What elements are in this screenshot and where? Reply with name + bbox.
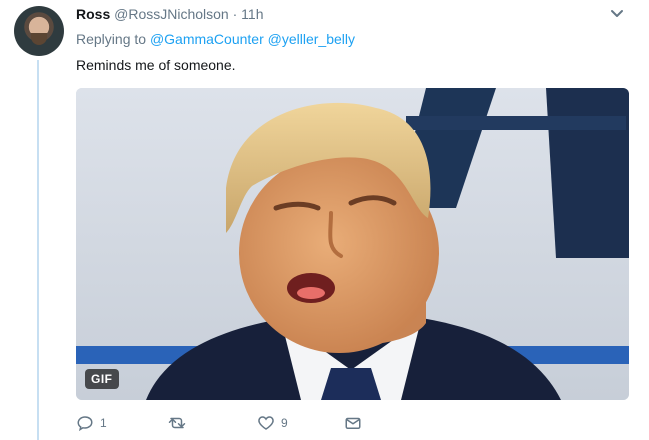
like-action[interactable]: 9 bbox=[257, 414, 288, 432]
reply-action[interactable]: 1 bbox=[76, 414, 107, 432]
thread-line bbox=[37, 60, 39, 440]
message-icon bbox=[345, 417, 361, 429]
chevron-down-icon[interactable] bbox=[609, 5, 625, 21]
like-count: 9 bbox=[281, 416, 288, 430]
avatar-beard bbox=[31, 33, 47, 45]
display-name[interactable]: Ross bbox=[76, 6, 110, 22]
mention-link[interactable]: @yelller_belly bbox=[268, 31, 355, 47]
retweet-icon bbox=[168, 417, 186, 429]
replying-to: Replying to @GammaCounter @yelller_belly bbox=[76, 31, 355, 47]
separator-dot: · bbox=[232, 6, 238, 22]
like-icon bbox=[258, 416, 274, 430]
avatar[interactable] bbox=[14, 6, 64, 56]
replying-prefix: Replying to bbox=[76, 31, 147, 47]
tweet-header: Ross @RossJNicholson · 11h bbox=[76, 5, 264, 23]
mention-link[interactable]: @GammaCounter bbox=[150, 31, 264, 47]
gif-frame-image bbox=[76, 88, 629, 400]
reply-icon bbox=[77, 416, 93, 432]
timestamp[interactable]: 11h bbox=[241, 6, 263, 22]
tweet-text: Reminds me of someone. bbox=[76, 57, 236, 73]
tweet-actions: 1 9 bbox=[76, 414, 636, 436]
gif-badge: GIF bbox=[85, 369, 119, 389]
gif-media[interactable] bbox=[76, 88, 629, 400]
reply-count: 1 bbox=[100, 416, 107, 430]
retweet-action[interactable] bbox=[166, 414, 194, 432]
direct-message-action[interactable] bbox=[344, 414, 362, 432]
user-handle[interactable]: @RossJNicholson bbox=[114, 6, 229, 22]
